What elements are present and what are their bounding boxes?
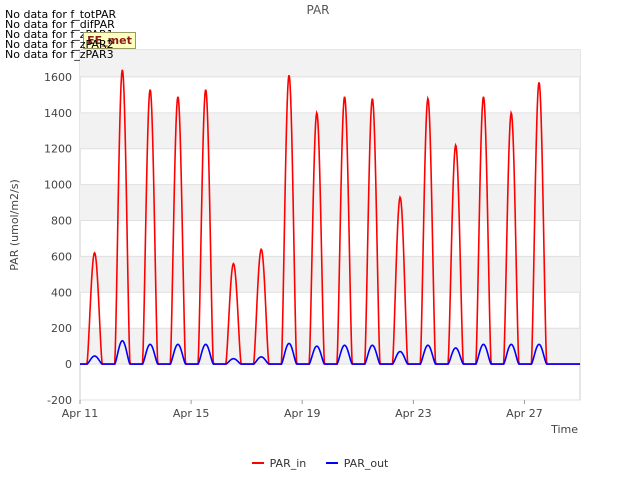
x-tick-labels: Apr 11 Apr 15 Apr 19 Apr 23 Apr 27 xyxy=(62,400,543,420)
legend-swatch-par-out xyxy=(325,462,338,464)
x-tick-label: Apr 15 xyxy=(173,407,210,420)
chart-title: PAR xyxy=(306,3,329,17)
legend-item-par-out: PAR_out xyxy=(325,456,389,470)
x-tick-label: Apr 11 xyxy=(62,407,99,420)
par-chart: -200 0 200 400 600 800 1000 1200 1400 1600 Apr 11… xyxy=(8,3,581,436)
y-tick-label: 0 xyxy=(65,358,72,371)
y-tick-label: 1400 xyxy=(44,107,72,120)
plot-band xyxy=(80,50,580,77)
y-axis-label: PAR (umol/m2/s) xyxy=(8,179,21,271)
no-data-note-zpar3: No data for f_zPAR3 xyxy=(5,48,114,61)
plot-band xyxy=(80,112,580,149)
y-tick-label: -200 xyxy=(47,394,72,407)
x-tick-label: Apr 23 xyxy=(395,407,432,420)
legend: PAR_in PAR_out xyxy=(0,454,640,470)
y-tick-label: 200 xyxy=(51,322,72,335)
y-tick-label: 1600 xyxy=(44,71,72,84)
legend-item-par-in: PAR_in xyxy=(251,456,307,470)
x-tick-label: Apr 19 xyxy=(284,407,321,420)
y-tick-label: 400 xyxy=(51,286,72,299)
legend-label-par-out: PAR_out xyxy=(343,456,389,470)
y-tick-label: 1000 xyxy=(44,179,72,192)
legend-swatch-par-in xyxy=(251,462,264,464)
x-axis-label: Time xyxy=(550,423,578,436)
y-tick-label: 800 xyxy=(51,215,72,228)
legend-label-par-in: PAR_in xyxy=(269,456,307,470)
y-tick-labels: -200 0 200 400 600 800 1000 1200 1400 1600 xyxy=(44,71,72,407)
y-tick-label: 1200 xyxy=(44,143,72,156)
y-tick-label: 600 xyxy=(51,250,72,263)
x-tick-label: Apr 27 xyxy=(506,407,543,420)
